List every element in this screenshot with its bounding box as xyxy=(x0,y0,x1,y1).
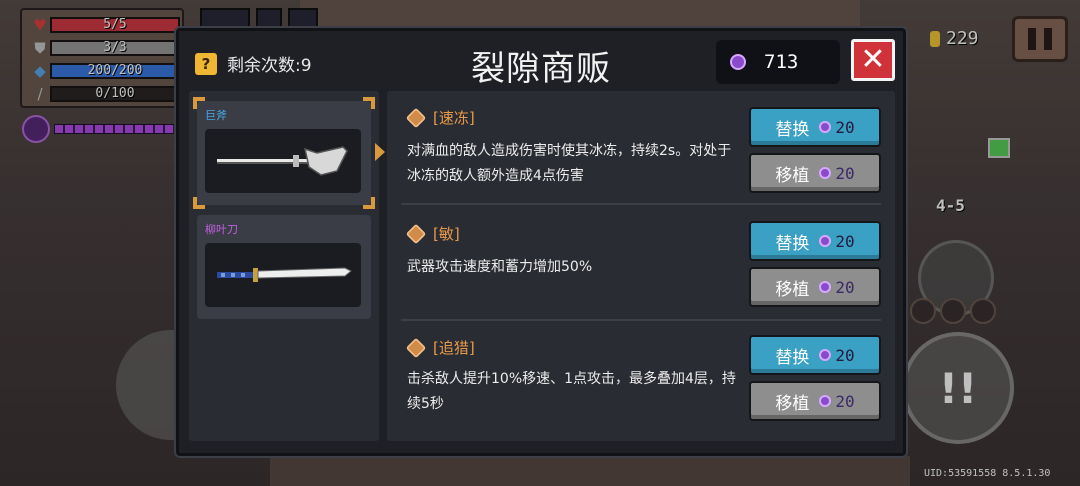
replace-button[interactable]: 替换 20 xyxy=(749,221,881,261)
weapon-card[interactable]: 巨斧 xyxy=(193,97,375,209)
trait-header: [敏] xyxy=(405,223,460,244)
trait-row: [追猎] 击杀敌人提升10%移速、1点攻击，最多叠加4层，持续5秒 替换 20 … xyxy=(387,321,895,435)
replace-label: 替换 xyxy=(775,347,810,368)
cost-value: 20 xyxy=(835,345,855,365)
replace-label: 替换 xyxy=(775,233,810,254)
trait-header: [速冻] xyxy=(405,107,475,128)
transplant-label: 移植 xyxy=(775,279,810,300)
cost: 20 xyxy=(819,117,855,137)
divider xyxy=(401,203,881,205)
trait-name: [敏] xyxy=(433,225,460,243)
cost-value: 20 xyxy=(835,391,855,411)
gem-icon xyxy=(819,121,832,133)
cost: 20 xyxy=(819,163,855,183)
transplant-button[interactable]: 移植 20 xyxy=(749,381,881,421)
trait-gem-icon xyxy=(405,107,427,128)
cost-value: 20 xyxy=(835,231,855,251)
weapon-card[interactable]: 柳叶刀 xyxy=(197,215,371,319)
trait-description: 武器攻击速度和蓄力增加50% xyxy=(407,259,593,275)
close-icon: ✕ xyxy=(860,42,886,77)
gem-icon xyxy=(819,395,832,407)
trait-gem-icon xyxy=(405,337,427,358)
transplant-label: 移植 xyxy=(775,165,810,186)
replace-button[interactable]: 替换 20 xyxy=(749,107,881,147)
selection-corner xyxy=(363,197,375,209)
willow-blade-icon xyxy=(217,267,352,282)
trait-row: [敏] 武器攻击速度和蓄力增加50% 替换 20 移植 20 xyxy=(387,207,895,321)
gem-icon xyxy=(819,235,832,247)
replace-label: 替换 xyxy=(775,119,810,140)
gem-icon xyxy=(819,167,832,179)
weapon-name: 柳叶刀 xyxy=(205,223,238,236)
trait-gem-icon xyxy=(405,223,427,244)
cost-value: 20 xyxy=(835,163,855,183)
selection-corner xyxy=(193,97,205,109)
weapon-list: 巨斧 柳叶刀 xyxy=(189,91,379,441)
selected-weapon-arrow xyxy=(375,143,385,161)
close-button[interactable]: ✕ xyxy=(851,39,895,81)
weapon-image xyxy=(205,129,361,193)
cost: 20 xyxy=(819,345,855,365)
trait-description: 击杀敌人提升10%移速、1点攻击，最多叠加4层，持续5秒 xyxy=(407,371,736,412)
trait-row: [速冻] 对满血的敌人造成伤害时使其冰冻，持续2s。对处于冰冻的敌人额外造成4点… xyxy=(387,91,895,205)
transplant-label: 移植 xyxy=(775,393,810,414)
gem-balance-value: 713 xyxy=(764,51,799,73)
gem-balance: 713 xyxy=(716,40,840,84)
weapon-image xyxy=(205,243,361,307)
trait-name: [速冻] xyxy=(433,109,475,127)
transplant-button[interactable]: 移植 20 xyxy=(749,153,881,193)
trait-name: [追猎] xyxy=(433,339,475,357)
cost: 20 xyxy=(819,391,855,411)
gem-icon xyxy=(819,349,832,361)
great-axe-icon xyxy=(217,146,348,176)
trait-header: [追猎] xyxy=(405,337,475,358)
cost-value: 20 xyxy=(835,117,855,137)
selection-corner xyxy=(363,97,375,109)
traits-panel: [速冻] 对满血的敌人造成伤害时使其冰冻，持续2s。对处于冰冻的敌人额外造成4点… xyxy=(387,91,895,441)
gem-icon xyxy=(730,54,746,70)
selection-corner xyxy=(193,197,205,209)
replace-button[interactable]: 替换 20 xyxy=(749,335,881,375)
transplant-button[interactable]: 移植 20 xyxy=(749,267,881,307)
rift-merchant-dialog: ? 剩余次数:9 裂隙商贩 713 ✕ 巨斧 柳叶刀 [速冻] 对满血的敌人造成… xyxy=(174,26,908,458)
cost: 20 xyxy=(819,231,855,251)
trait-description: 对满血的敌人造成伤害时使其冰冻，持续2s。对处于冰冻的敌人额外造成4点伤害 xyxy=(407,143,732,184)
gem-icon xyxy=(819,281,832,293)
weapon-name: 巨斧 xyxy=(205,109,227,122)
cost-value: 20 xyxy=(835,277,855,297)
cost: 20 xyxy=(819,277,855,297)
